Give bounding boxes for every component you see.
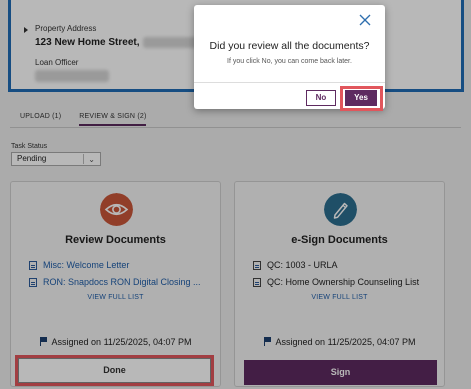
- review-confirm-dialog: Did you review all the documents? If you…: [194, 5, 385, 111]
- no-button[interactable]: No: [306, 90, 336, 106]
- yes-button-highlight: [340, 86, 383, 111]
- dialog-title: Did you review all the documents?: [209, 40, 370, 52]
- dialog-subtitle: If you click No, you can come back later…: [227, 58, 352, 65]
- dialog-divider: [194, 82, 385, 83]
- close-icon[interactable]: [359, 14, 371, 26]
